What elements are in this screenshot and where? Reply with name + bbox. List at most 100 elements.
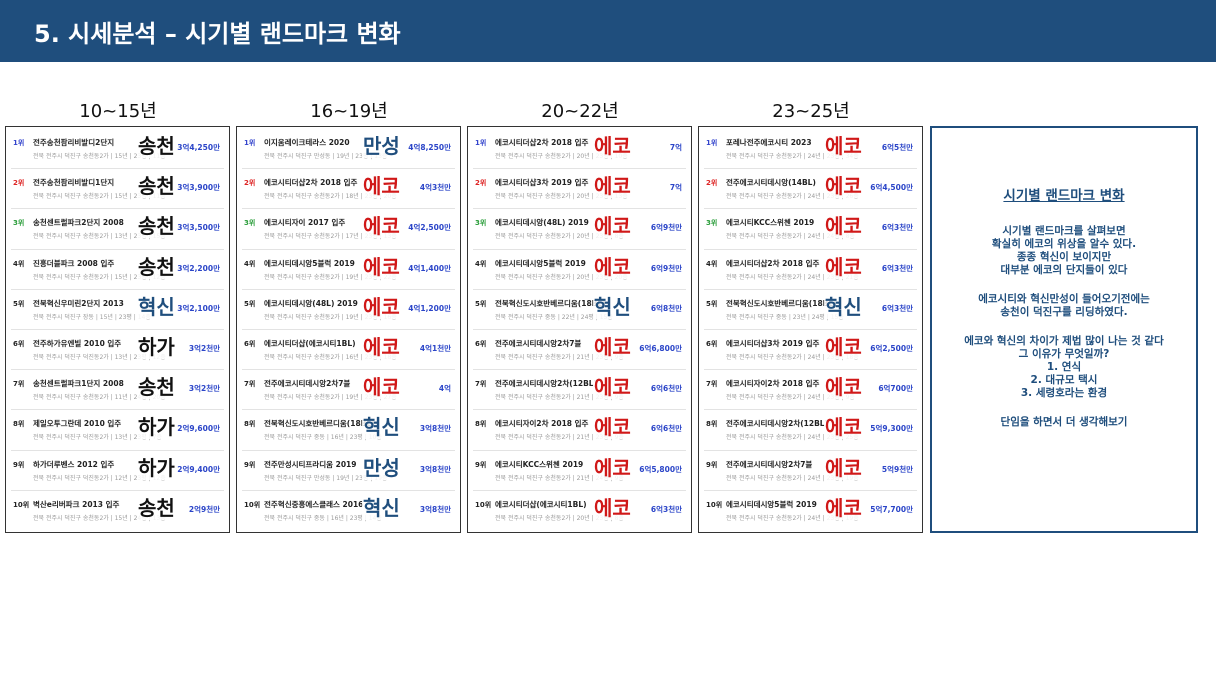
summary-line: 에코와 혁신의 차이가 제법 많이 나는 것 같다: [964, 335, 1164, 347]
apartment-name: 전주에코시티데시앙2차7블: [264, 379, 351, 389]
apartment-name: 전북혁신도시호반베르디움(18BL): [726, 298, 837, 308]
price-value: 6억3천만: [881, 223, 913, 233]
apartment-name: 전주에코시티데시앙(14BL): [726, 178, 816, 188]
apartment-name: 에코시티데시앙5블럭 2019: [264, 258, 355, 268]
area-tag: 에코: [593, 375, 632, 400]
apartment-name: 전주만성시티프라디움 2019: [264, 459, 357, 469]
rank-label: 4위: [244, 259, 256, 268]
apartment-name: 에코시티데시앙5블럭 2019: [726, 499, 817, 509]
summary-list-item: 1. 연식: [1046, 361, 1082, 373]
apartment-name: 전주에코시티데시앙2차(12BL): [495, 379, 598, 389]
apartment-name: 전주혁신중흥에스클래스 2016: [264, 499, 364, 509]
apartment-name: 전주에코시티데시앙2차7블: [726, 459, 813, 469]
list-item: 10위 전주혁신중흥에스클래스 2016 전북 전주시 덕진구 중동 | 16년 |…: [242, 491, 455, 531]
price-value: 6억6천만: [650, 424, 682, 434]
summary-line: 시기별 랜드마크를 살펴보면: [1002, 225, 1126, 237]
apartment-detail: 전북 전주시 덕진구 장동 | 15년 | 23평 | 14층: [33, 313, 151, 321]
ranking-panel: 1위 포레나전주에코시티 2023 전북 전주시 덕진구 송천동2가 | 24년 |…: [698, 126, 923, 533]
page-header: 5. 시세분석 – 시기별 랜드마크 변화: [0, 0, 1216, 62]
list-item: 1위 전주송천팜리비발디2단지 전북 전주시 덕진구 송천동2가 | 15년 | 2…: [11, 129, 224, 170]
page-title: 5. 시세분석 – 시기별 랜드마크 변화: [34, 19, 401, 48]
price-value: 4억: [438, 384, 451, 394]
list-item: 7위 전주에코시티데시앙2차(12BL) 전북 전주시 덕진구 송천동2가 | 21…: [473, 370, 686, 411]
list-item: 3위 에코시티데시앙(48L) 2019 전북 전주시 덕진구 송천동2가 | 20…: [473, 209, 686, 250]
summary-line: 단임을 하면서 더 생각해보기: [1000, 416, 1128, 428]
area-tag: 에코: [362, 334, 401, 359]
area-tag: 에코: [593, 214, 632, 239]
apartment-name: 에코시티자이 2017 입주: [264, 218, 346, 228]
area-tag: 에코: [362, 294, 401, 319]
apartment-name: 전주하가유엔빌 2010 입주: [33, 338, 122, 348]
rank-label: 1위: [13, 139, 25, 147]
price-value: 4억1천만: [419, 343, 451, 353]
price-value: 6억2,500만: [870, 343, 913, 353]
list-item: 5위 전북혁신우미린2단지 2013 전북 전주시 덕진구 장동 | 15년 | 2…: [11, 290, 224, 330]
price-value: 6억9천만: [650, 223, 682, 233]
summary-line: 확실히 에코의 위상을 알수 있다.: [991, 238, 1137, 250]
area-tag: 에코: [593, 415, 632, 440]
rank-label: 5위: [13, 299, 25, 308]
list-item: 8위 에코시티자이2차 2018 입주 전북 전주시 덕진구 송천동2가 | 21년…: [473, 410, 686, 451]
price-value: 4억8,250만: [408, 143, 451, 152]
price-value: 6억3천만: [881, 263, 913, 273]
area-tag: 송천: [137, 134, 176, 158]
price-value: 6억8천만: [650, 303, 682, 313]
price-value: 3억2천만: [188, 343, 220, 353]
list-item: 6위 에코시티더샵(에코시티1BL) 전북 전주시 덕진구 송천동2가 | 16년 …: [242, 330, 455, 371]
period-label: 23~25년: [772, 101, 850, 122]
rank-label: 2위: [244, 179, 256, 188]
area-tag: 혁신: [362, 495, 401, 520]
price-value: 3억2,100만: [177, 303, 220, 313]
list-item: 6위 에코시티더샵3차 2019 입주 전북 전주시 덕진구 송천동2가 | 24년…: [704, 330, 917, 371]
ranking-panel: 1위 전주송천팜리비발디2단지 전북 전주시 덕진구 송천동2가 | 15년 | 2…: [5, 126, 230, 533]
rank-label: 5위: [706, 299, 718, 308]
apartment-name: 송천센트럴파크2단지 2008: [33, 218, 124, 228]
list-item: 8위 제일오투그란데 2010 입주 전북 전주시 덕진구 덕진동2가 | 13년 …: [11, 410, 224, 451]
area-tag: 에코: [362, 375, 401, 400]
list-item: 9위 하가더루벤스 2012 입주 전북 전주시 덕진구 덕진동2가 | 12년 |…: [11, 451, 224, 491]
apartment-name: 에코시티KCC스위첸 2019: [726, 218, 815, 228]
rank-label: 3위: [475, 219, 487, 228]
price-value: 3억2천만: [188, 384, 220, 394]
rank-label: 3위: [13, 219, 25, 228]
rank-label: 6위: [244, 339, 256, 348]
rank-label: 10위: [475, 500, 492, 509]
rank-label: 1위: [244, 139, 256, 147]
price-value: 2억9천만: [188, 504, 220, 514]
price-value: 3억3,900만: [177, 183, 220, 193]
list-item: 9위 전주에코시티데시앙2차7블 전북 전주시 덕진구 송천동2가 | 24년 | …: [704, 451, 917, 491]
area-tag: 에코: [824, 134, 863, 158]
apartment-name: 에코시티더샵2차 2018 입주: [264, 178, 358, 188]
price-value: 3억8천만: [419, 464, 451, 474]
summary-list-item: 2. 대규모 택시: [1030, 374, 1098, 386]
apartment-name: 전주에코시티데시앙2차(12BL): [726, 419, 829, 429]
list-item: 6위 전주하가유엔빌 2010 입주 전북 전주시 덕진구 덕진동2가 | 13년 …: [11, 330, 224, 371]
list-item: 1위 포레나전주에코시티 2023 전북 전주시 덕진구 송천동2가 | 24년 |…: [704, 129, 917, 170]
price-value: 5억9,300만: [870, 424, 913, 434]
summary-paragraph-3: 에코와 혁신의 차이가 제법 많이 나는 것 같다 그 이유가 무엇일까? 1.…: [932, 335, 1196, 400]
rank-label: 10위: [13, 500, 30, 509]
area-tag: 만성: [362, 134, 401, 158]
apartment-name: 에코시티자이2차 2018 입주: [495, 419, 589, 429]
summary-line: 그 이유가 무엇일까?: [1018, 348, 1110, 360]
area-tag: 하가: [137, 415, 176, 440]
rank-label: 4위: [475, 259, 487, 268]
list-item: 7위 송천센트럴파크1단지 2008 전북 전주시 덕진구 송천동2가 | 11년 …: [11, 370, 224, 411]
apartment-name: 에코시티KCC스위첸 2019: [495, 459, 584, 469]
summary-paragraph-1: 시기별 랜드마크를 살펴보면 확실히 에코의 위상을 알수 있다. 종종 혁신이…: [932, 225, 1196, 277]
rank-label: 2위: [706, 179, 718, 188]
summary-title: 시기별 랜드마크 변화: [1003, 188, 1125, 204]
area-tag: 에코: [593, 174, 632, 199]
list-item: 5위 전북혁신도시호반베르디움(18BL) 전북 전주시 덕진구 중동 | 22년 …: [473, 290, 686, 330]
area-tag: 하가: [137, 455, 176, 480]
rank-label: 6위: [706, 339, 718, 348]
rank-label: 9위: [244, 460, 256, 469]
price-value: 3억8천만: [419, 424, 451, 434]
apartment-name: 하가더루벤스 2012 입주: [33, 459, 115, 469]
list-item: 2위 에코시티더샵2차 2018 입주 전북 전주시 덕진구 송천동2가 | 18년…: [242, 169, 455, 210]
rank-label: 7위: [13, 380, 25, 389]
list-item: 1위 이지움레이크테라스 2020 전북 전주시 덕진구 만성동 | 19년 | 2…: [242, 129, 455, 170]
period-label: 16~19년: [310, 101, 388, 122]
price-value: 6억4,500만: [870, 183, 913, 193]
rank-label: 4위: [13, 259, 25, 268]
